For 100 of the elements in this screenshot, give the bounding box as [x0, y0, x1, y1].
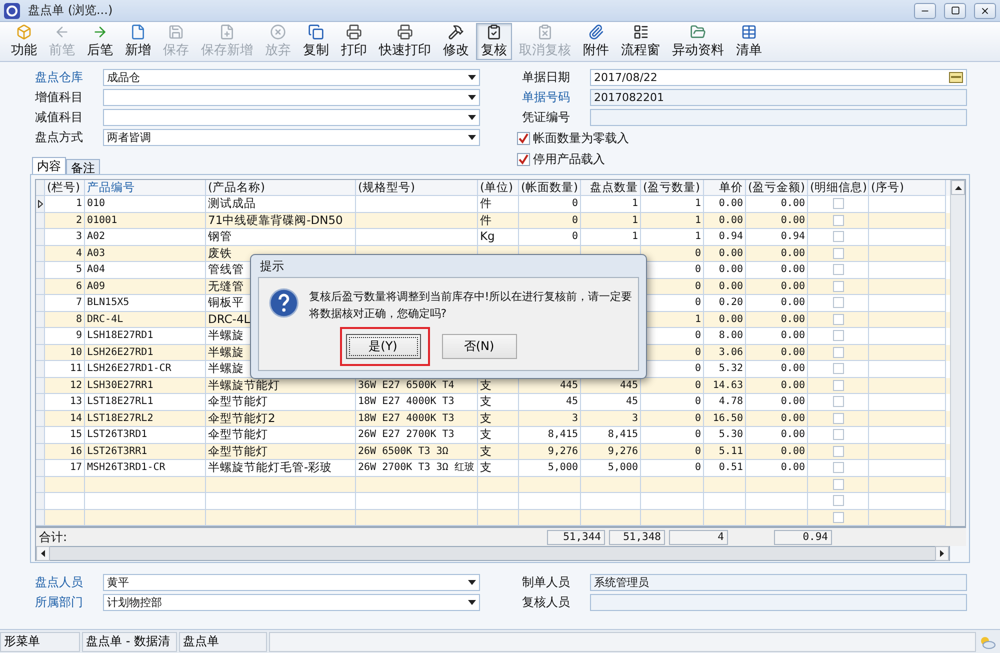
table-cell: 钢管	[208, 229, 232, 244]
table-cell: 半螺旋	[208, 361, 244, 376]
table-cell-text: 0	[694, 246, 701, 261]
table-cell: 支	[480, 378, 492, 393]
table-cell-text: 1	[694, 214, 701, 228]
table-cell: 件	[480, 196, 492, 212]
table-cell-text: DRC-4L	[87, 312, 124, 327]
table-cell-text: 0	[694, 444, 701, 459]
table-cell-text: 0.94	[718, 230, 743, 244]
table-cell-text: 5,000	[548, 461, 578, 476]
total-value: 4	[669, 530, 728, 544]
field-label: 盘点仓库	[34, 69, 84, 86]
table-cell-text: 0.00	[780, 395, 805, 410]
table-cell-text: 0	[694, 362, 701, 376]
window-title: 盘点单 (浏览...)	[28, 2, 114, 19]
table-cell-text: 0.00	[780, 378, 805, 393]
table-cell: 支	[480, 444, 492, 459]
table-cell: 测试成品	[208, 196, 256, 212]
table-cell-text: 9	[76, 329, 82, 344]
table-cell-text: 14.63	[712, 378, 743, 393]
table-cell-text: A09	[87, 280, 106, 294]
table-cell-text: 0	[694, 329, 701, 344]
table-cell-text: 1	[694, 230, 701, 244]
total-value: 0.94	[774, 530, 832, 544]
table-cell-text: 0	[694, 461, 701, 476]
table-cell: 支	[480, 427, 492, 442]
table-cell-text: 1	[632, 197, 638, 212]
totals-label: 合计:	[38, 528, 68, 546]
field-label: 减值科目	[34, 109, 84, 126]
table-cell-text: 0	[694, 296, 701, 310]
table-cell-text: 7	[76, 296, 82, 310]
table-cell: 半螺旋	[208, 344, 244, 360]
table-cell-text: 8.00	[718, 329, 743, 344]
table-cell-text: 3	[76, 230, 82, 244]
table-cell-text: 0	[694, 263, 701, 278]
table-cell-text: 26W E27 2700K T3	[358, 428, 454, 442]
table-cell-text: 0.00	[780, 214, 805, 228]
table-cell-text: 0	[694, 346, 701, 360]
table-cell-text: 5	[76, 263, 82, 278]
table-cell-text: 36W E27 6500K T4	[358, 378, 454, 393]
table-cell: 废铁	[208, 246, 232, 261]
table-cell-text: 0.00	[718, 197, 743, 212]
table-cell-text: 010	[87, 197, 106, 212]
table-cell-text: 0.00	[780, 412, 805, 426]
table-cell: 伞型节能灯2	[208, 410, 276, 426]
table-cell-text: 11	[70, 362, 82, 376]
table-cell-text: A02	[87, 230, 106, 244]
table-cell-text: 1	[76, 197, 82, 212]
table-cell: 半螺旋节能灯毛管-彩玻	[208, 460, 332, 476]
table-cell-text: 0.00	[718, 280, 743, 294]
table-cell-text: 0	[572, 197, 578, 212]
table-cell: 半螺旋	[208, 328, 244, 344]
table-cell-text: 9,276	[548, 444, 578, 459]
table-cell-text: 0.00	[780, 428, 805, 442]
table-cell-text: 0.51	[718, 461, 743, 476]
checkbox-label: 停用产品载入	[533, 150, 605, 168]
table-cell-text: LST18E27RL2	[87, 412, 154, 426]
table-cell-text: 5.11	[718, 444, 743, 459]
table-cell-text: 14	[70, 412, 82, 426]
table-cell-text: 0	[694, 428, 701, 442]
table-cell-text: LST26T3RD1	[87, 428, 148, 442]
table-cell-text: 0.00	[780, 461, 805, 476]
field-label: 制单人员	[521, 574, 571, 591]
table-cell-text: 18W E27 4000K T3	[358, 412, 454, 426]
dialog-message: 复核后盈亏数量将调整到当前库存中!所以在进行复核前，请一定要将数据核对正确，您确定吗?	[308, 289, 634, 322]
table-cell-text: 01001	[87, 214, 118, 228]
table-cell-text: BLN15X5	[87, 296, 130, 310]
table-cell: 71中线硬靠背碟阀-DN50	[208, 212, 343, 228]
field-label: 盘点人员	[34, 574, 84, 591]
table-cell: 伞型节能灯	[208, 394, 268, 410]
field-label: 单据日期	[521, 69, 571, 86]
table-cell-text: 26W 6500K T3 3Ω	[358, 444, 448, 459]
table-cell: 铜板平	[208, 295, 244, 310]
table-cell-text: 9,276	[608, 444, 638, 459]
table-cell-text: LSH18E27RD1	[87, 329, 154, 344]
table-cell-text: 1	[694, 197, 701, 212]
table-cell-text: 1	[632, 214, 638, 228]
table-cell-text: 0.00	[780, 312, 805, 327]
table-cell-text: 4	[76, 246, 82, 261]
table-cell-text: 12	[70, 378, 82, 393]
table-cell-text: 15	[70, 428, 82, 442]
table-cell: 伞型节能灯	[208, 427, 268, 442]
table-cell-text: 16.50	[712, 412, 743, 426]
table-cell-text: 45	[566, 395, 578, 410]
table-cell-text: 6	[76, 280, 82, 294]
table-cell-text: LST18E27RL1	[87, 395, 154, 410]
table-cell-text: 0.00	[780, 246, 805, 261]
table-cell-text: 5.32	[718, 362, 743, 376]
table-cell-text: 3	[632, 412, 638, 426]
table-cell-text: 0	[572, 214, 578, 228]
table-cell-text: 13	[70, 395, 82, 410]
field-label: 盘点方式	[34, 129, 84, 146]
table-cell-text: A03	[87, 246, 106, 261]
table-cell-text: 5,000	[608, 461, 638, 476]
table-cell-text: 1	[694, 312, 701, 327]
table-cell-text: 0.00	[718, 246, 743, 261]
table-cell-text: LST26T3RR1	[87, 444, 148, 459]
table-cell-text: LSH26E27RD1	[87, 346, 154, 360]
table-cell-text: LSH26E27RD1-CR	[87, 362, 172, 376]
table-cell-text: 0	[694, 412, 701, 426]
